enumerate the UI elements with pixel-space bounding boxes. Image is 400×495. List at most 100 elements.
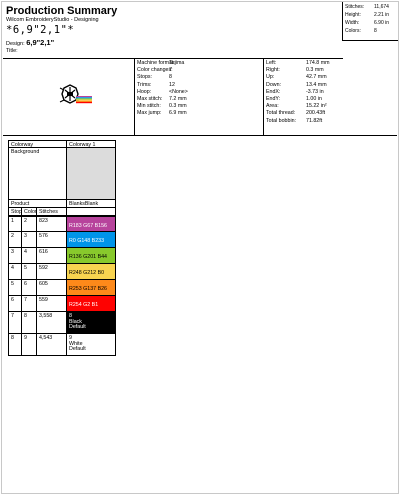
color-number: 9 (21, 334, 36, 355)
stop-row: 2 3 576 R0 G148 B233 (8, 232, 116, 248)
colorway-table: Colorway Colorway 1 Background Product B… (8, 140, 116, 356)
stops-header-row: Stop Color Stitches (8, 208, 116, 216)
stop-number: 2 (11, 233, 14, 239)
position-info-value: 71.82ft (306, 117, 323, 124)
thread-color-swatch: 8 Black Default (66, 312, 115, 333)
thread-color-label: R183 G67 B156 (69, 223, 107, 229)
thread-color-label: R253 G137 B26 (69, 286, 107, 292)
position-info-value: 13.4 mm (306, 81, 327, 88)
stop-row: 1 2 823 R183 G67 B156 (8, 216, 116, 232)
summary-box: Stitches: 11,674 Height: 2.21 in Width: … (342, 2, 398, 41)
stitch-count: 3,558 (36, 312, 66, 333)
machine-info-value: 12 (169, 81, 175, 88)
thread-color-label: 9 White Default (69, 335, 86, 353)
stop-row: 6 7 559 R254 G2 B1 (8, 296, 116, 312)
position-info-label: Left: (266, 60, 277, 66)
position-info-label: EndY: (266, 96, 281, 102)
stitch-count: 616 (36, 248, 66, 263)
thread-color-swatch: 9 White Default (66, 334, 115, 355)
color-number: 5 (21, 264, 36, 279)
position-info-label: Up: (266, 74, 275, 81)
machine-info-label: Color changes: (137, 67, 173, 74)
colors-value: 8 (374, 28, 377, 34)
position-info-value: -3.73 in (306, 88, 324, 95)
machine-info-value: 8 (169, 74, 172, 81)
position-info-label: Total thread: (266, 110, 296, 117)
thread-color-swatch: R248 G212 B0 (66, 264, 115, 279)
thread-color-label: R254 G2 B1 (69, 302, 99, 308)
thread-color-swatch: R183 G67 B156 (66, 217, 115, 231)
thread-color-swatch: R253 G137 B26 (66, 280, 115, 295)
thread-color-swatch: R254 G2 B1 (66, 296, 115, 311)
thread-color-label: R248 G212 B0 (69, 270, 105, 276)
position-info-label: Area: (266, 103, 279, 110)
position-info-value: 0.3 mm (306, 67, 324, 74)
machine-info-label: Max jump: (137, 110, 162, 117)
thread-color-swatch: R136 G201 B44 (66, 248, 115, 263)
stop-number: 7 (11, 313, 14, 319)
colorway-label: Colorway (11, 142, 34, 148)
rainbow-mark-icon (76, 96, 92, 104)
product-value: BlanksBlank (66, 200, 115, 207)
position-info-value: 42.7 mm (306, 74, 327, 81)
machine-info-label: Hoop: (137, 88, 152, 95)
stop-row: 5 6 605 R253 G137 B26 (8, 280, 116, 296)
design-name-display: *6,9"2,1"* (6, 24, 75, 36)
position-info-value: 15.22 in² (306, 103, 327, 110)
stitch-count: 592 (36, 264, 66, 279)
stitches-label: Stitches: (345, 4, 365, 10)
stop-number: 1 (11, 218, 14, 224)
machine-info-value: <None> (169, 88, 188, 95)
position-info-label: EndX: (266, 88, 281, 95)
stop-row: 7 8 3,558 8 Black Default (8, 312, 116, 334)
color-number: 7 (21, 296, 36, 311)
width-label: Width: (345, 20, 360, 26)
machine-info-label: Stops: (137, 74, 153, 81)
position-info-value: 174.8 mm (306, 60, 330, 66)
design-value: 6,9"2,1" (26, 38, 55, 47)
color-number: 6 (21, 280, 36, 295)
stitch-count: 4,543 (36, 334, 66, 355)
color-number: 3 (21, 232, 36, 247)
color-number: 4 (21, 248, 36, 263)
background-row: Background (8, 148, 116, 200)
design-field: Design: 6,9"2,1" (6, 38, 54, 47)
stop-number: 3 (11, 249, 14, 255)
info-divider (134, 59, 135, 135)
thread-color-swatch: R0 G148 B233 (66, 232, 115, 247)
color-number: 8 (21, 312, 36, 333)
stop-number: 5 (11, 281, 14, 287)
colors-label: Colors: (345, 28, 361, 34)
position-info-label: Right: (266, 67, 280, 74)
stitch-count: 576 (36, 232, 66, 247)
machine-info-value: 7 (169, 67, 172, 74)
stop-number: 6 (11, 297, 14, 303)
thread-color-label: R0 G148 B233 (69, 238, 105, 244)
position-info-value: 1.00 in (306, 96, 322, 102)
product-label: Product (11, 201, 30, 207)
info-divider (263, 59, 264, 135)
machine-info-value: 0.3 mm (169, 103, 187, 110)
machine-info-label: Max stitch: (137, 96, 163, 102)
page-title: Production Summary (6, 5, 118, 17)
color-number: 2 (21, 217, 36, 231)
title-label: Title: (6, 48, 18, 54)
stitch-count: 823 (36, 217, 66, 231)
machine-info-value: 6.9 mm (169, 110, 187, 117)
colorway-header-row: Colorway Colorway 1 (8, 140, 116, 148)
machine-info-value: Tajima (169, 60, 185, 66)
software-subtitle: Wilcom EmbroideryStudio - Designing (6, 17, 99, 23)
machine-info-value: 7.2 mm (169, 96, 187, 102)
stop-row: 3 4 616 R136 G201 B44 (8, 248, 116, 264)
stitch-count: 559 (36, 296, 66, 311)
design-label: Design: (6, 41, 25, 47)
width-value: 6.90 in (374, 20, 390, 26)
machine-info-label: Trims: (137, 81, 152, 88)
stop-number: 4 (11, 265, 14, 271)
stop-row: 8 9 4,543 9 White Default (8, 334, 116, 356)
design-preview-thumbnail (59, 84, 92, 104)
position-info-label: Down: (266, 81, 282, 88)
stop-number: 8 (11, 335, 14, 341)
stitch-count: 605 (36, 280, 66, 295)
background-label: Background (11, 149, 40, 155)
